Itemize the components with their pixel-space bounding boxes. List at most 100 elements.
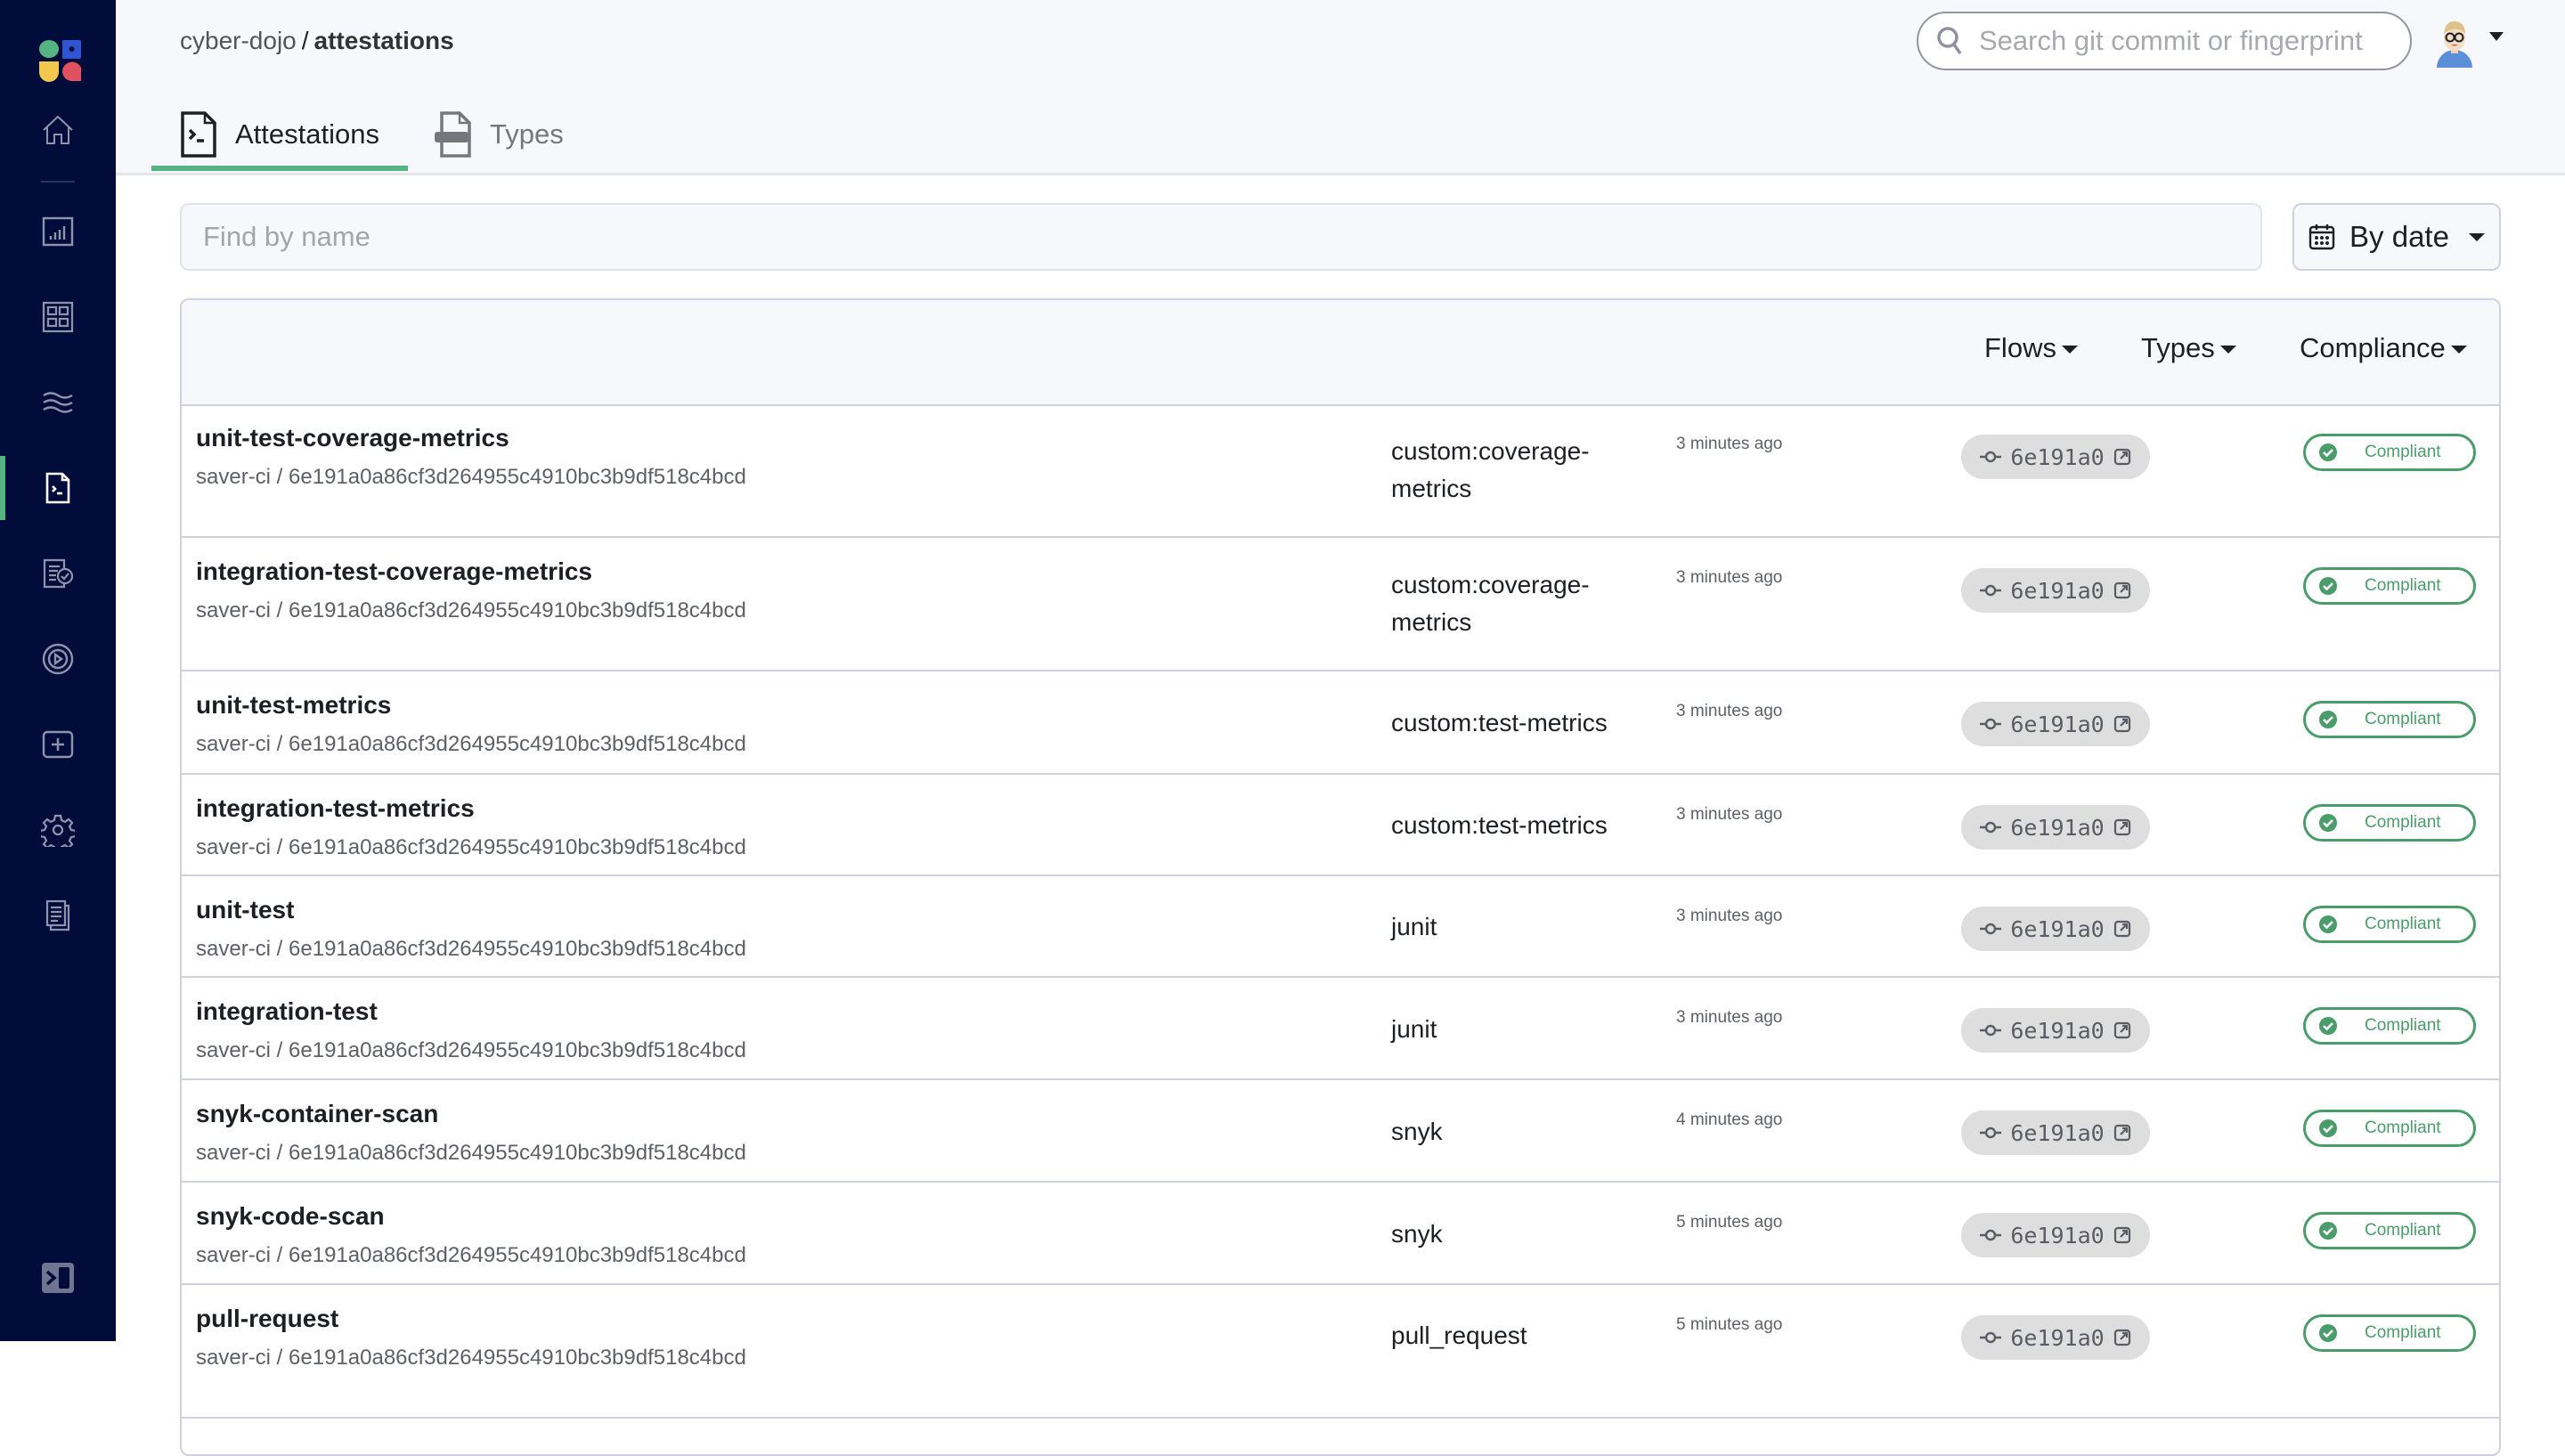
table-row[interactable]: unit-test-metrics saver-ci / 6e191a0a86c… <box>182 671 2499 775</box>
compliance-status: Compliant <box>2365 1221 2441 1240</box>
sidebar-item-policies[interactable] <box>0 541 116 606</box>
attestation-name[interactable]: unit-test-coverage-metrics <box>196 424 746 452</box>
active-tab-indicator <box>151 166 408 171</box>
attestation-name[interactable]: unit-test-metrics <box>196 691 746 720</box>
external-link-icon <box>2113 1329 2130 1346</box>
table-row[interactable]: integration-test-coverage-metrics saver-… <box>182 538 2499 671</box>
attestation-name[interactable]: integration-test-coverage-metrics <box>196 557 746 586</box>
kosli-logo[interactable] <box>39 39 82 82</box>
table-row[interactable]: unit-test-coverage-metrics saver-ci / 6e… <box>182 404 2499 538</box>
compliance-badge: Compliant <box>2303 1212 2476 1249</box>
sidebar-item-environments[interactable] <box>0 285 116 349</box>
sidebar-item-create[interactable] <box>0 712 116 777</box>
user-menu-caret-icon[interactable] <box>2489 32 2504 41</box>
tab-attestations[interactable]: Attestations <box>180 96 379 173</box>
commit-link[interactable]: 6e191a0 <box>1961 805 2150 850</box>
attestation-type: snyk <box>1391 1117 1443 1145</box>
commit-link[interactable]: 6e191a0 <box>1961 568 2150 613</box>
commit-link[interactable]: 6e191a0 <box>1961 1213 2150 1257</box>
sidebar-item-attestations[interactable] <box>0 456 116 520</box>
flow-name[interactable]: saver-ci <box>196 465 271 489</box>
git-commit-icon <box>1980 718 2002 730</box>
compliance-badge: Compliant <box>2303 1110 2476 1147</box>
attestation-cell: snyk-container-scan saver-ci / 6e191a0a8… <box>196 1100 746 1166</box>
filter-flows[interactable]: Flows <box>1984 332 2078 364</box>
table-row[interactable]: integration-test-metrics saver-ci / 6e19… <box>182 775 2499 876</box>
external-link-icon <box>2113 818 2130 836</box>
sidebar-item-settings[interactable] <box>0 798 116 862</box>
table-row[interactable]: pull-request saver-ci / 6e191a0a86cf3d26… <box>182 1285 2499 1419</box>
commit-sha: 6e191a0a86cf3d264955c4910bc3b9df518c4bcd <box>289 835 746 859</box>
flow-name[interactable]: saver-ci <box>196 598 271 622</box>
attestation-name[interactable]: unit-test <box>196 896 746 924</box>
git-commit-icon <box>1980 1127 2002 1139</box>
find-by-name-input[interactable] <box>180 203 2262 271</box>
global-search <box>1917 12 2412 70</box>
external-link-icon <box>2113 715 2130 733</box>
attestation-type: junit <box>1391 913 1437 940</box>
filter-types[interactable]: Types <box>2141 332 2236 364</box>
compliance-badge: Compliant <box>2303 701 2476 738</box>
breadcrumb-org[interactable]: cyber-dojo <box>180 27 297 54</box>
commit-link[interactable]: 6e191a0 <box>1961 1315 2150 1360</box>
flow-name[interactable]: saver-ci <box>196 1346 271 1370</box>
flow-name[interactable]: saver-ci <box>196 732 271 756</box>
attestation-name[interactable]: snyk-container-scan <box>196 1100 746 1128</box>
tab-types[interactable]: Types <box>435 96 564 173</box>
chevron-down-icon <box>2468 232 2485 241</box>
global-search-input[interactable] <box>1977 24 2390 58</box>
flow-name[interactable]: saver-ci <box>196 835 271 859</box>
attestation-name[interactable]: integration-test-metrics <box>196 794 746 823</box>
flow-name[interactable]: saver-ci <box>196 1243 271 1267</box>
commit-link[interactable]: 6e191a0 <box>1961 1008 2150 1053</box>
check-circle-icon <box>2319 1324 2337 1342</box>
sidebar-item-artifacts[interactable] <box>0 627 116 691</box>
sidebar-collapse-icon[interactable] <box>42 1263 74 1293</box>
table-row[interactable]: snyk-code-scan saver-ci / 6e191a0a86cf3d… <box>182 1183 2499 1285</box>
attestation-file-icon <box>181 111 216 158</box>
attestation-cell: integration-test-coverage-metrics saver-… <box>196 557 746 623</box>
commit-link[interactable]: 6e191a0 <box>1961 1110 2150 1155</box>
flow-name[interactable]: saver-ci <box>196 1141 271 1165</box>
attestation-flow-commit: saver-ci / 6e191a0a86cf3d264955c4910bc3b… <box>196 937 746 961</box>
sidebar-item-home[interactable] <box>0 98 116 162</box>
commit-link[interactable]: 6e191a0 <box>1961 435 2150 479</box>
page-header: cyber-dojo / attestations Attestations Typ… <box>116 0 2565 175</box>
compliance-status: Compliant <box>2365 915 2441 933</box>
attestations-table: Flows Types Compliance unit-test-coverag… <box>180 298 2501 1456</box>
commit-short-sha: 6e191a0 <box>2010 577 2105 604</box>
flow-name[interactable]: saver-ci <box>196 937 271 961</box>
user-avatar[interactable] <box>2431 18 2478 68</box>
chevron-down-icon <box>2061 346 2078 354</box>
commit-link[interactable]: 6e191a0 <box>1961 702 2150 746</box>
flow-name[interactable]: saver-ci <box>196 1038 271 1062</box>
attestation-name[interactable]: pull-request <box>196 1305 746 1333</box>
sort-by-date-button[interactable]: By date <box>2292 203 2501 271</box>
attestation-cell: pull-request saver-ci / 6e191a0a86cf3d26… <box>196 1305 746 1371</box>
checklist-icon <box>43 558 74 589</box>
attestation-name[interactable]: integration-test <box>196 997 746 1026</box>
sidebar-divider <box>41 181 75 183</box>
tab-attestations-label: Attestations <box>235 118 379 150</box>
commit-link[interactable]: 6e191a0 <box>1961 907 2150 951</box>
table-row[interactable]: unit-test saver-ci / 6e191a0a86cf3d26495… <box>182 876 2499 978</box>
filter-types-label: Types <box>2141 332 2215 363</box>
table-row[interactable]: snyk-container-scan saver-ci / 6e191a0a8… <box>182 1080 2499 1183</box>
sidebar-item-flows[interactable] <box>0 370 116 435</box>
plus-square-icon <box>42 730 74 759</box>
compliance-badge: Compliant <box>2303 567 2476 605</box>
compliance-badge: Compliant <box>2303 1314 2476 1352</box>
git-commit-icon <box>1980 1024 2002 1037</box>
compliance-status: Compliant <box>2365 710 2441 728</box>
commit-sha: 6e191a0a86cf3d264955c4910bc3b9df518c4bcd <box>289 1346 746 1370</box>
compliance-badge: Compliant <box>2303 1007 2476 1045</box>
attestation-type: pull_request <box>1391 1322 1527 1349</box>
attestation-name[interactable]: snyk-code-scan <box>196 1202 746 1231</box>
table-row[interactable]: integration-test saver-ci / 6e191a0a86cf… <box>182 978 2499 1080</box>
grid-icon <box>42 301 74 333</box>
attestation-flow-commit: saver-ci / 6e191a0a86cf3d264955c4910bc3b… <box>196 465 746 489</box>
attestation-flow-commit: saver-ci / 6e191a0a86cf3d264955c4910bc3b… <box>196 732 746 756</box>
filter-compliance[interactable]: Compliance <box>2300 332 2467 364</box>
sidebar-item-reports[interactable] <box>0 199 116 264</box>
sidebar-item-docs[interactable] <box>0 883 116 948</box>
